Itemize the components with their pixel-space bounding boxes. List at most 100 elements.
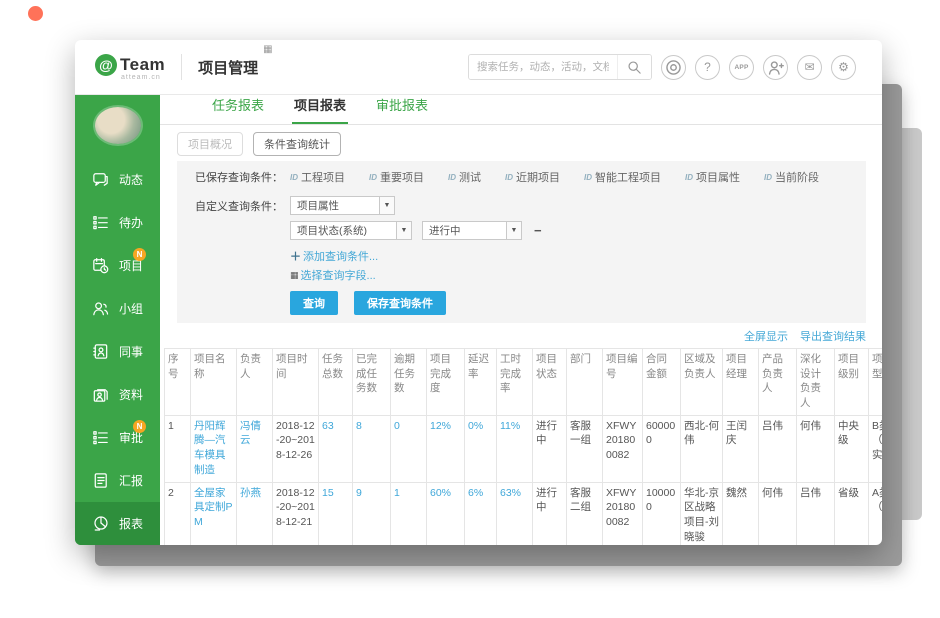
sidebar-item-projects[interactable]: 项目N <box>75 244 160 287</box>
table-cell: 魏然 <box>723 482 759 545</box>
fullscreen-link[interactable]: 全屏显示 <box>744 328 788 344</box>
report-table-container: 序号项目名称负责人项目时间任务总数已完成任务数逾期任务数项目完成度延迟率工时完成… <box>164 348 868 545</box>
id-icon: ID <box>764 173 772 182</box>
settings-icon[interactable]: ⚙ <box>831 55 856 80</box>
sidebar-item-label: 汇报 <box>119 472 143 489</box>
cell-link[interactable]: 0% <box>465 415 497 482</box>
column-header: 项目名称 <box>191 349 237 416</box>
column-header: 深化设计负责人 <box>797 349 835 416</box>
column-header: 项目级别 <box>835 349 869 416</box>
table-cell: 华北-京区战略项目-刘晓骏 <box>681 482 723 545</box>
table-cell: XFWY201800082 <box>603 415 643 482</box>
sidebar-item-work-report[interactable]: 汇报 <box>75 459 160 502</box>
sidebar-item-approvals[interactable]: 审批N <box>75 416 160 459</box>
cell-link[interactable]: 8 <box>353 415 391 482</box>
saved-condition[interactable]: ID近期项目 <box>505 169 560 185</box>
tab-task-report[interactable]: 任务报表 <box>210 95 266 124</box>
help-icon[interactable]: ? <box>695 55 720 80</box>
condition-query-stats-button[interactable]: 条件查询统计 <box>253 132 341 156</box>
choose-fields-link[interactable]: ▦ 选择查询字段... <box>290 267 866 283</box>
sidebar-item-label: 报表 <box>119 515 143 532</box>
custom-conditions-label: 自定义查询条件： <box>195 198 290 214</box>
cell-link[interactable]: 6% <box>465 482 497 545</box>
cell-link[interactable]: 1 <box>391 482 427 545</box>
cell-link[interactable]: 11% <box>497 415 533 482</box>
saved-condition[interactable]: ID测试 <box>448 169 481 185</box>
logo-domain: atteam.cn <box>121 74 165 81</box>
cell-link[interactable]: 63 <box>319 415 353 482</box>
report-tabs: 任务报表项目报表审批报表 <box>160 95 882 125</box>
column-header: 已完成任务数 <box>353 349 391 416</box>
saved-condition[interactable]: ID项目属性 <box>685 169 740 185</box>
cell-link[interactable]: 0 <box>391 415 427 482</box>
filter-actions: 查询 保存查询条件 <box>290 291 866 315</box>
table-cell: XFWY201800082 <box>603 482 643 545</box>
user-avatar[interactable] <box>95 107 141 144</box>
saved-condition-label: 当前阶段 <box>775 169 819 185</box>
sidebar-item-reports[interactable]: 报表 <box>75 502 160 545</box>
value-select[interactable]: 进行中 ▼ <box>422 221 522 240</box>
table-cell: 中央级 <box>835 415 869 482</box>
column-header: 产品负责人 <box>759 349 797 416</box>
saved-condition[interactable]: ID重要项目 <box>369 169 424 185</box>
sidebar-item-documents[interactable]: 资料 <box>75 373 160 416</box>
cell-link[interactable]: 孙燕 <box>237 482 273 545</box>
plus-icon: ＋ <box>290 248 301 264</box>
logo-text: Team <box>120 55 165 75</box>
save-query-button[interactable]: 保存查询条件 <box>354 291 446 315</box>
cell-link[interactable]: 60% <box>427 482 465 545</box>
cell-link[interactable]: 63% <box>497 482 533 545</box>
saved-condition[interactable]: ID当前阶段 <box>764 169 819 185</box>
sidebar-item-activity[interactable]: 动态 <box>75 158 160 201</box>
cell-link[interactable]: 丹阳辉腾—汽车模具制造 <box>191 415 237 482</box>
assistant-icon[interactable] <box>661 55 686 80</box>
table-cell: 1 <box>165 415 191 482</box>
id-icon: ID <box>584 173 592 182</box>
logo-at-icon: @ <box>95 54 117 76</box>
add-condition-link[interactable]: ＋ 添加查询条件... <box>290 248 866 264</box>
search-icon[interactable] <box>617 55 651 79</box>
sidebar-item-groups[interactable]: 小组 <box>75 287 160 330</box>
app-window: @ Team atteam.cn 项目管理 ▦ ?APP✉⚙ <box>75 40 882 545</box>
cell-link[interactable]: 12% <box>427 415 465 482</box>
saved-condition[interactable]: ID智能工程项目 <box>584 169 661 185</box>
tab-approval-report[interactable]: 审批报表 <box>374 95 430 124</box>
table-actions: 全屏显示 导出查询结果 <box>160 328 866 344</box>
invite-icon[interactable] <box>763 55 788 80</box>
field-select[interactable]: 项目状态(系统) ▼ <box>290 221 412 240</box>
export-results-link[interactable]: 导出查询结果 <box>800 328 866 344</box>
sidebar-item-label: 待办 <box>119 214 143 231</box>
sidebar-item-label: 同事 <box>119 343 143 360</box>
grid-icon: ▦ <box>290 270 299 281</box>
table-cell: 王闰庆 <box>723 415 759 482</box>
remove-condition-button[interactable]: − <box>534 223 542 238</box>
table-cell: 2 <box>165 482 191 545</box>
sidebar-item-label: 资料 <box>119 386 143 403</box>
attribute-select[interactable]: 项目属性 ▼ <box>290 196 395 215</box>
project-overview-button[interactable]: 项目概况 <box>177 132 243 156</box>
cell-link[interactable]: 冯倩云 <box>237 415 273 482</box>
cell-link[interactable]: 9 <box>353 482 391 545</box>
cell-link[interactable]: 15 <box>319 482 353 545</box>
query-button[interactable]: 查询 <box>290 291 338 315</box>
search-input[interactable] <box>469 55 617 79</box>
main-content: 任务报表项目报表审批报表 项目概况 条件查询统计 已保存查询条件： ID工程项目… <box>160 95 882 545</box>
saved-conditions-label: 已保存查询条件： <box>195 169 290 185</box>
sidebar-item-todo[interactable]: 待办 <box>75 201 160 244</box>
sidebar: 动态待办项目N小组同事资料审批N 汇报报表 <box>75 95 160 545</box>
table-cell: 何伟 <box>797 415 835 482</box>
table-header-row: 序号项目名称负责人项目时间任务总数已完成任务数逾期任务数项目完成度延迟率工时完成… <box>165 349 883 416</box>
saved-condition-label: 近期项目 <box>516 169 560 185</box>
apps-grid-icon[interactable]: ▦ <box>263 44 272 55</box>
saved-condition[interactable]: ID工程项目 <box>290 169 345 185</box>
cell-link[interactable]: 全屋家具定制PM <box>191 482 237 545</box>
app-icon[interactable]: APP <box>729 55 754 80</box>
tab-project-report[interactable]: 项目报表 <box>292 95 348 124</box>
search-box <box>468 54 652 80</box>
mail-icon[interactable]: ✉ <box>797 55 822 80</box>
window-body: 动态待办项目N小组同事资料审批N 汇报报表 任务报表项目报表审批报表 项目概况 条… <box>75 95 882 545</box>
saved-conditions-list: ID工程项目ID重要项目ID测试ID近期项目ID智能工程项目ID项目属性ID当前… <box>290 169 843 185</box>
sidebar-item-colleagues[interactable]: 同事 <box>75 330 160 373</box>
table-cell: 客服一组 <box>567 415 603 482</box>
topbar-actions: ? APP ✉ ⚙ <box>468 54 856 80</box>
